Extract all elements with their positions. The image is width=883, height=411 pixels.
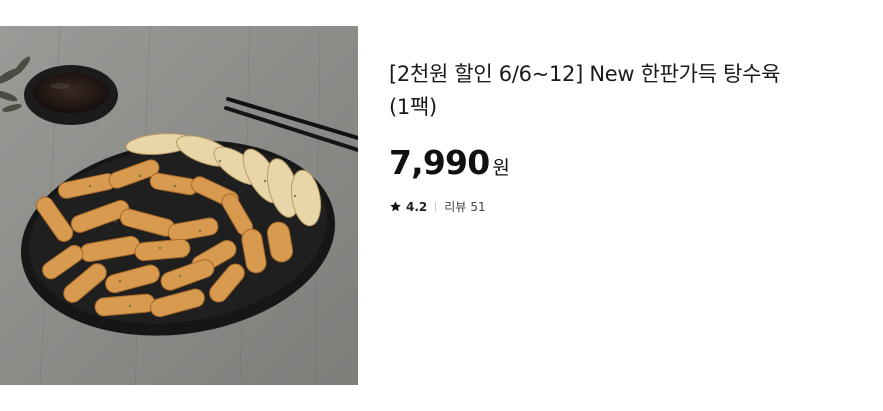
review-label: 리뷰	[444, 200, 467, 214]
review-count: 51	[470, 199, 486, 214]
rating-value: 4.2	[406, 199, 428, 214]
product-image[interactable]	[0, 26, 358, 385]
price-currency: 원	[492, 157, 510, 179]
star-icon	[389, 200, 402, 213]
product-card: [2천원 할인 6/6~12] New 한판가득 탕수육 (1팩) 7,990 …	[0, 0, 883, 411]
product-photo	[0, 26, 358, 385]
product-title-line1: [2천원 할인 6/6~12] New 한판가득 탕수육	[389, 62, 781, 86]
rating-row: 4.2 리뷰 51	[389, 198, 859, 215]
product-title-line2: (1팩)	[389, 95, 437, 119]
product-info: [2천원 할인 6/6~12] New 한판가득 탕수육 (1팩) 7,990 …	[389, 58, 859, 215]
price-value: 7,990	[389, 143, 490, 182]
product-title[interactable]: [2천원 할인 6/6~12] New 한판가득 탕수육 (1팩)	[389, 58, 829, 124]
rating-divider	[435, 201, 437, 212]
price-row: 7,990 원	[389, 143, 859, 182]
review-link[interactable]: 리뷰 51	[444, 198, 485, 215]
